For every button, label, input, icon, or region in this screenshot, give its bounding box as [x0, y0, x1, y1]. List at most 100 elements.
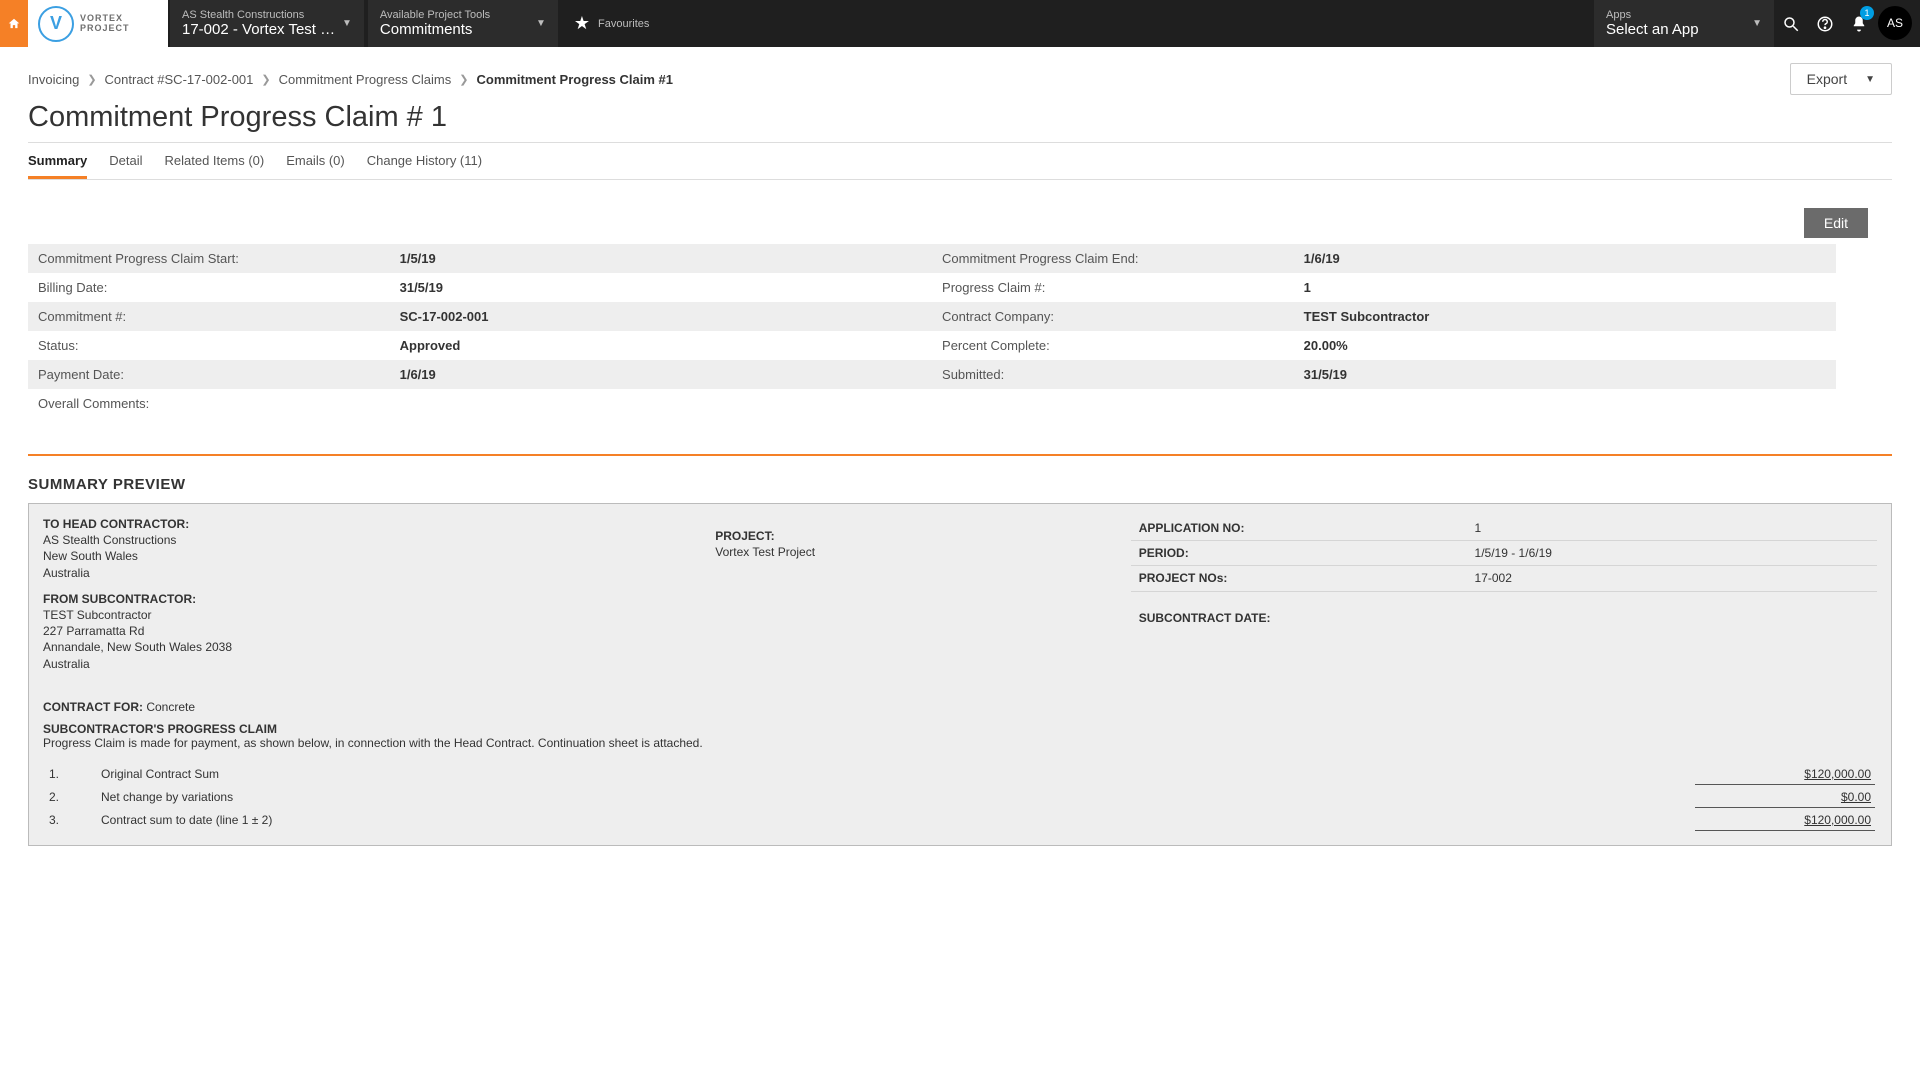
project-name: Vortex Test Project: [715, 544, 1118, 560]
info-value: 1/5/19: [390, 244, 932, 273]
subcontractor-name: TEST Subcontractor: [43, 607, 703, 623]
table-row: Commitment #: SC-17-002-001 Contract Com…: [28, 302, 1836, 331]
subcontractor-addr1: 227 Parramatta Rd: [43, 623, 703, 639]
info-value: 1/6/19: [390, 360, 932, 389]
info-value: TEST Subcontractor: [1294, 302, 1836, 331]
info-label: Commitment #:: [28, 302, 390, 331]
notifications-button[interactable]: 1: [1842, 0, 1876, 47]
contract-for-value: Concrete: [146, 700, 195, 714]
line-amount: $120,000.00: [1695, 764, 1875, 785]
breadcrumb-link[interactable]: Contract #SC-17-002-001: [105, 72, 254, 87]
topbar: V VORTEX PROJECT AS Stealth Construction…: [0, 0, 1920, 47]
tab-detail[interactable]: Detail: [109, 145, 142, 179]
apps-selector[interactable]: Apps Select an App ▼: [1594, 0, 1774, 47]
project-selector[interactable]: AS Stealth Constructions 17-002 - Vortex…: [170, 0, 364, 47]
edit-button[interactable]: Edit: [1804, 208, 1868, 238]
meta-key: PERIOD:: [1131, 541, 1467, 566]
help-button[interactable]: [1808, 0, 1842, 47]
table-row: 1.Original Contract Sum$120,000.00: [45, 764, 1875, 785]
head-contractor-label: TO HEAD CONTRACTOR:: [43, 516, 703, 532]
info-value: 31/5/19: [390, 273, 932, 302]
table-row: APPLICATION NO:1: [1131, 516, 1877, 541]
subcontractor-block: FROM SUBCONTRACTOR: TEST Subcontractor 2…: [43, 591, 703, 672]
line-number: 1.: [45, 764, 95, 785]
summary-preview-heading: SUMMARY PREVIEW: [28, 476, 1892, 493]
logo[interactable]: V VORTEX PROJECT: [28, 0, 168, 47]
breadcrumb-link[interactable]: Commitment Progress Claims: [279, 72, 452, 87]
chevron-down-icon: ▼: [1752, 18, 1762, 29]
subcontract-date-label: SUBCONTRACT DATE:: [1131, 592, 1877, 630]
meta-key: APPLICATION NO:: [1131, 516, 1467, 541]
info-label: Commitment Progress Claim End:: [932, 244, 1294, 273]
claim-lines: 1.Original Contract Sum$120,000.00 2.Net…: [43, 762, 1877, 833]
table-row: Commitment Progress Claim Start: 1/5/19 …: [28, 244, 1836, 273]
info-label: Payment Date:: [28, 360, 390, 389]
help-icon: [1816, 15, 1834, 33]
notification-badge: 1: [1860, 6, 1874, 20]
subcontractor-addr2: Annandale, New South Wales 2038: [43, 639, 703, 655]
preview-meta-table: APPLICATION NO:1 PERIOD:1/5/19 - 1/6/19 …: [1131, 516, 1877, 592]
head-contractor-name: AS Stealth Constructions: [43, 532, 703, 548]
claim-header: SUBCONTRACTOR'S PROGRESS CLAIM Progress …: [43, 722, 1877, 750]
line-desc: Contract sum to date (line 1 ± 2): [97, 810, 1693, 831]
favourites-label: Favourites: [598, 18, 649, 30]
tab-emails[interactable]: Emails (0): [286, 145, 345, 179]
line-number: 2.: [45, 787, 95, 808]
table-row: PERIOD:1/5/19 - 1/6/19: [1131, 541, 1877, 566]
tab-related-items[interactable]: Related Items (0): [165, 145, 265, 179]
claim-title: SUBCONTRACTOR'S PROGRESS CLAIM: [43, 722, 1877, 736]
chevron-down-icon: ▼: [1865, 74, 1875, 85]
search-icon: [1782, 15, 1800, 33]
chevron-right-icon: ❯: [261, 73, 270, 86]
chevron-right-icon: ❯: [87, 73, 96, 86]
tools-selector-label: Available Project Tools: [380, 9, 490, 21]
favourites-button[interactable]: ★ Favourites: [560, 0, 664, 47]
tabs: Summary Detail Related Items (0) Emails …: [28, 145, 1892, 180]
table-row: Billing Date: 31/5/19 Progress Claim #: …: [28, 273, 1836, 302]
info-value: SC-17-002-001: [390, 302, 932, 331]
export-label: Export: [1807, 71, 1847, 87]
line-number: 3.: [45, 810, 95, 831]
breadcrumb: Invoicing ❯ Contract #SC-17-002-001 ❯ Co…: [28, 72, 673, 87]
meta-value: 1: [1467, 516, 1877, 541]
info-label: Contract Company:: [932, 302, 1294, 331]
info-value: 1/6/19: [1294, 244, 1836, 273]
table-row: PROJECT NOs:17-002: [1131, 566, 1877, 591]
table-row: 3.Contract sum to date (line 1 ± 2)$120,…: [45, 810, 1875, 831]
subcontractor-country: Australia: [43, 656, 703, 672]
table-row: Payment Date: 1/6/19 Submitted: 31/5/19: [28, 360, 1836, 389]
user-avatar[interactable]: AS: [1878, 6, 1912, 40]
breadcrumb-current: Commitment Progress Claim #1: [476, 72, 673, 87]
tools-selector[interactable]: Available Project Tools Commitments ▼: [368, 0, 558, 47]
subcontractor-label: FROM SUBCONTRACTOR:: [43, 591, 703, 607]
project-label: PROJECT:: [715, 528, 1118, 544]
contract-for: CONTRACT FOR: Concrete: [43, 700, 1877, 714]
contract-for-label: CONTRACT FOR:: [43, 700, 143, 714]
project-selector-label: AS Stealth Constructions: [182, 9, 342, 21]
tab-change-history[interactable]: Change History (11): [367, 145, 482, 179]
claim-text: Progress Claim is made for payment, as s…: [43, 736, 1877, 750]
search-button[interactable]: [1774, 0, 1808, 47]
info-label: Percent Complete:: [932, 331, 1294, 360]
export-button[interactable]: Export ▼: [1790, 63, 1892, 95]
page-content: Invoicing ❯ Contract #SC-17-002-001 ❯ Co…: [0, 47, 1920, 886]
info-label: Status:: [28, 331, 390, 360]
tab-summary[interactable]: Summary: [28, 145, 87, 179]
logo-mark: V: [38, 6, 74, 42]
chevron-down-icon: ▼: [342, 18, 352, 29]
info-value: 1: [1294, 273, 1836, 302]
home-button[interactable]: [0, 0, 28, 47]
breadcrumb-link[interactable]: Invoicing: [28, 72, 79, 87]
home-icon: [7, 17, 21, 31]
line-desc: Net change by variations: [97, 787, 1693, 808]
info-label: Billing Date:: [28, 273, 390, 302]
chevron-right-icon: ❯: [459, 73, 468, 86]
logo-text: VORTEX PROJECT: [80, 14, 130, 34]
page-title: Commitment Progress Claim # 1: [28, 101, 1892, 134]
meta-key: PROJECT NOs:: [1131, 566, 1467, 591]
star-icon: ★: [574, 13, 590, 34]
chevron-down-icon: ▼: [536, 18, 546, 29]
line-desc: Original Contract Sum: [97, 764, 1693, 785]
info-label: Progress Claim #:: [932, 273, 1294, 302]
head-contractor-country: Australia: [43, 565, 703, 581]
